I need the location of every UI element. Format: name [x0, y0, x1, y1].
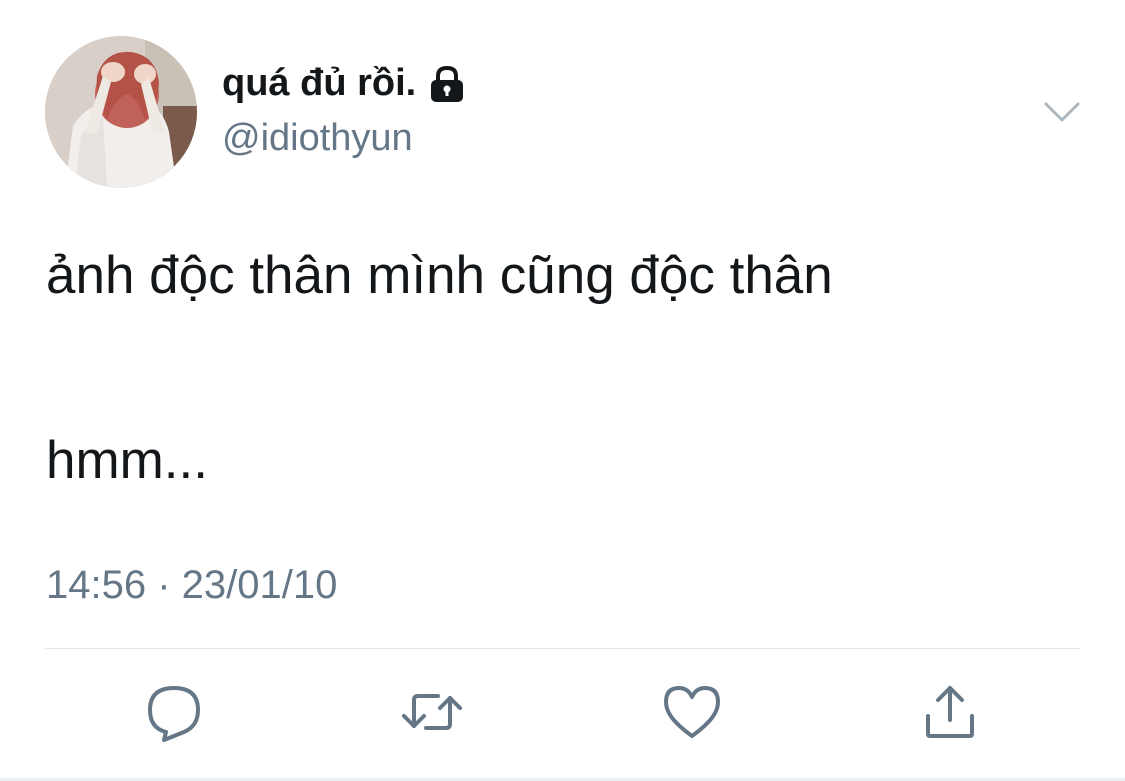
tweet-timestamp[interactable]: 14:56 · 23/01/10	[46, 563, 337, 608]
share-button[interactable]	[918, 680, 982, 744]
retweet-icon	[402, 694, 462, 730]
display-name-text: quá đủ rồi.	[222, 62, 417, 104]
action-bar	[0, 670, 1125, 760]
avatar[interactable]	[45, 36, 197, 188]
chevron-down-icon[interactable]	[1040, 96, 1084, 126]
retweet-button[interactable]	[400, 680, 464, 744]
reply-icon	[148, 686, 200, 742]
heart-icon	[664, 686, 720, 738]
reply-button[interactable]	[142, 680, 206, 744]
tweet-text-line: ảnh độc thân mình cũng độc thân	[46, 246, 833, 305]
display-name[interactable]: quá đủ rồi.	[222, 62, 466, 105]
divider	[45, 648, 1080, 649]
share-icon	[926, 686, 974, 738]
tweet-text-line: hmm...	[46, 431, 208, 490]
like-button[interactable]	[660, 680, 724, 744]
user-handle[interactable]: @idiothyun	[222, 117, 413, 160]
avatar-image	[45, 36, 197, 188]
lock-icon	[428, 64, 466, 104]
